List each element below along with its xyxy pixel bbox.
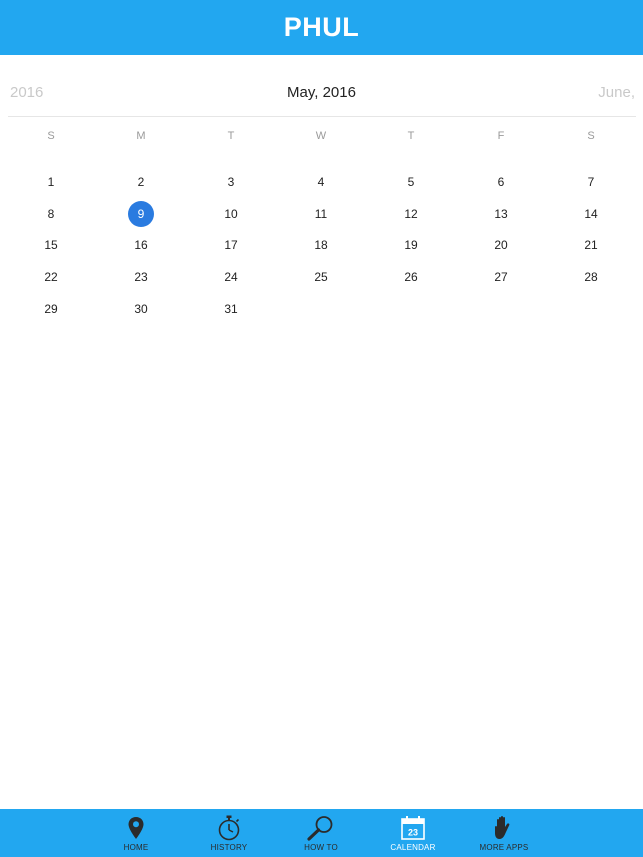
map-pin-icon bbox=[127, 814, 145, 842]
day-cell[interactable]: 14 bbox=[546, 198, 636, 230]
tab-label: CALENDAR bbox=[390, 843, 436, 852]
day-cell[interactable]: 3 bbox=[186, 166, 276, 198]
day-cell[interactable]: 16 bbox=[96, 229, 186, 261]
day-cell[interactable]: 19 bbox=[366, 229, 456, 261]
day-cell[interactable]: 11 bbox=[276, 198, 366, 230]
day-number: 31 bbox=[224, 301, 238, 316]
day-number: 2 bbox=[137, 174, 145, 189]
day-number: 4 bbox=[317, 174, 325, 189]
day-number: 1 bbox=[47, 174, 55, 189]
weekday-label: S bbox=[587, 130, 595, 142]
day-cell[interactable]: 15 bbox=[6, 229, 96, 261]
day-cell[interactable]: 8 bbox=[6, 198, 96, 230]
app-title: PHUL bbox=[283, 12, 360, 42]
weekday-label: F bbox=[497, 130, 505, 142]
day-cell[interactable]: 23 bbox=[96, 261, 186, 293]
weekday-label: T bbox=[227, 130, 235, 142]
day-number: 26 bbox=[404, 269, 418, 284]
weekday-label: W bbox=[315, 130, 327, 142]
day-number: 17 bbox=[224, 238, 238, 253]
tab-home[interactable]: HOME bbox=[90, 809, 182, 857]
day-cell[interactable]: 21 bbox=[546, 229, 636, 261]
day-cell[interactable]: 12 bbox=[366, 198, 456, 230]
day-number: 6 bbox=[497, 174, 505, 189]
day-cell[interactable]: 13 bbox=[456, 198, 546, 230]
day-cell[interactable]: 7 bbox=[546, 166, 636, 198]
day-number: 7 bbox=[587, 174, 595, 189]
selected-day-cell[interactable]: 9 bbox=[96, 198, 186, 230]
day-number: 24 bbox=[224, 269, 238, 284]
tab-more-apps[interactable]: MORE APPS bbox=[458, 809, 550, 857]
day-number: 22 bbox=[44, 269, 58, 284]
tab-label: HOME bbox=[123, 843, 149, 852]
tab-history[interactable]: HISTORY bbox=[183, 809, 275, 857]
day-cell[interactable]: 30 bbox=[96, 293, 186, 325]
day-cell[interactable]: 4 bbox=[276, 166, 366, 198]
tab-label: HISTORY bbox=[210, 843, 248, 852]
day-cell[interactable]: 31 bbox=[186, 293, 276, 325]
day-number: 21 bbox=[584, 238, 598, 253]
day-number: 19 bbox=[404, 238, 418, 253]
day-number: 8 bbox=[47, 206, 55, 221]
next-month-label[interactable]: June, bbox=[598, 55, 635, 117]
day-cell[interactable]: 29 bbox=[6, 293, 96, 325]
day-number: 29 bbox=[44, 301, 58, 316]
day-number: 3 bbox=[227, 174, 235, 189]
weekday-label: T bbox=[407, 130, 415, 142]
day-number: 20 bbox=[494, 238, 508, 253]
day-number: 9 bbox=[128, 200, 154, 227]
day-number: 28 bbox=[584, 269, 598, 284]
day-cell[interactable]: 18 bbox=[276, 229, 366, 261]
day-number: 16 bbox=[134, 238, 148, 253]
day-cell[interactable]: 10 bbox=[186, 198, 276, 230]
app-header: PHUL bbox=[0, 0, 643, 55]
tab-calendar[interactable]: 23 CALENDAR bbox=[367, 809, 459, 857]
day-cell[interactable]: 26 bbox=[366, 261, 456, 293]
day-cell[interactable]: 5 bbox=[366, 166, 456, 198]
header-divider bbox=[8, 116, 636, 117]
day-cell[interactable]: 27 bbox=[456, 261, 546, 293]
month-scroller[interactable]: 2016 May, 2016 June, bbox=[0, 55, 643, 117]
day-number: 27 bbox=[494, 269, 508, 284]
day-cell[interactable]: 2 bbox=[96, 166, 186, 198]
current-month-label: May, 2016 bbox=[287, 84, 356, 101]
day-number: 30 bbox=[134, 301, 148, 316]
tab-label: HOW TO bbox=[304, 843, 338, 852]
day-number: 5 bbox=[407, 174, 415, 189]
day-cell[interactable]: 25 bbox=[276, 261, 366, 293]
tab-bar: HOME HISTORY HOW TO 23 CALENDAR MORE APP… bbox=[0, 809, 643, 857]
day-number: 11 bbox=[314, 206, 328, 221]
tab-label: MORE APPS bbox=[479, 843, 529, 852]
day-cell[interactable]: 22 bbox=[6, 261, 96, 293]
day-number: 25 bbox=[314, 269, 328, 284]
day-cell[interactable]: 1 bbox=[6, 166, 96, 198]
day-cell[interactable]: 28 bbox=[546, 261, 636, 293]
day-cell[interactable]: 17 bbox=[186, 229, 276, 261]
day-number: 12 bbox=[404, 206, 418, 221]
tab-how-to[interactable]: HOW TO bbox=[275, 809, 367, 857]
stopwatch-icon bbox=[217, 814, 241, 842]
day-number: 14 bbox=[584, 206, 598, 221]
day-cell[interactable]: 6 bbox=[456, 166, 546, 198]
magnifier-icon bbox=[307, 814, 335, 842]
day-number: 15 bbox=[44, 238, 58, 253]
day-number: 23 bbox=[134, 269, 148, 284]
weekday-header: S M T W T F S bbox=[6, 130, 636, 150]
day-cell[interactable]: 20 bbox=[456, 229, 546, 261]
calendar-icon-number: 23 bbox=[408, 828, 418, 838]
day-number: 18 bbox=[314, 238, 328, 253]
day-number: 10 bbox=[224, 206, 238, 221]
day-number: 13 bbox=[494, 206, 508, 221]
calendar-icon: 23 bbox=[400, 814, 426, 842]
calendar-grid: 1 2 3 4 5 6 7 8 9 10 11 12 13 14 15 16 17 18 19 20 21 22 23 24 2… bbox=[6, 166, 636, 324]
day-cell[interactable]: 24 bbox=[186, 261, 276, 293]
weekday-label: S bbox=[47, 130, 55, 142]
weekday-label: M bbox=[136, 130, 146, 142]
hand-icon bbox=[492, 814, 516, 842]
